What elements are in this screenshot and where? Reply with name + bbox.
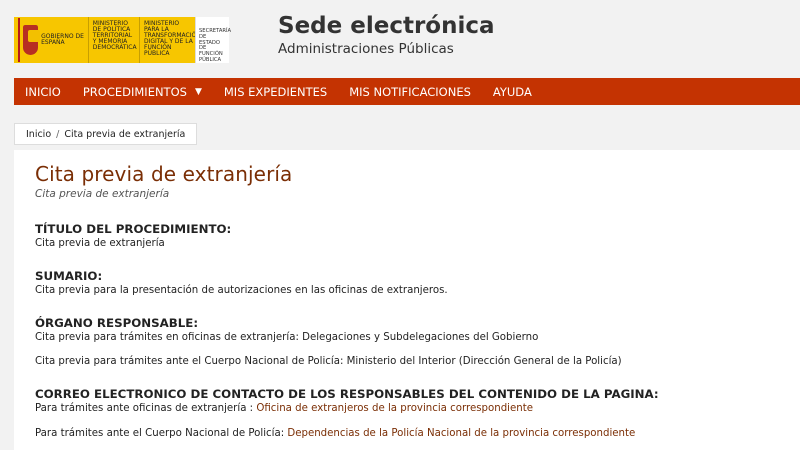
breadcrumb-home-link[interactable]: Inicio — [26, 129, 51, 140]
logo-ministry-1: MINISTERIO DE POLÍTICA TERRITORIAL Y MEM… — [87, 17, 139, 63]
correo-1-prefix: Para trámites ante oficinas de extranjer… — [35, 403, 257, 414]
section-text-correo-1: Para trámites ante oficinas de extranjer… — [35, 403, 533, 414]
nav-item-procedimientos[interactable]: PROCEDIMIENTOS ▼ — [72, 78, 213, 105]
site-header: GOBIERNO DE ESPAÑA MINISTERIO DE POLÍTIC… — [0, 0, 800, 78]
government-logo[interactable]: GOBIERNO DE ESPAÑA MINISTERIO DE POLÍTIC… — [14, 17, 231, 63]
nav-label: INICIO — [25, 84, 61, 99]
breadcrumb-current: Cita previa de extranjería — [64, 128, 186, 140]
breadcrumb-separator: / — [56, 128, 60, 140]
logo-gov-text: GOBIERNO DE ESPAÑA — [41, 33, 84, 46]
nav-label: MIS NOTIFICACIONES — [349, 84, 471, 99]
main-navbar: INICIO PROCEDIMIENTOS ▼ MIS EXPEDIENTES … — [14, 78, 800, 105]
nav-item-mis-notificaciones[interactable]: MIS NOTIFICACIONES — [338, 78, 482, 105]
site-subtitle: Administraciones Públicas — [278, 41, 454, 57]
coat-of-arms-icon — [23, 25, 41, 55]
section-text-organo-2: Cita previa para trámites ante el Cuerpo… — [35, 356, 622, 367]
nav-item-inicio[interactable]: INICIO — [14, 78, 72, 105]
section-text-correo-2: Para trámites ante el Cuerpo Nacional de… — [35, 428, 635, 439]
logo-ministry-2: MINISTERIO PARA LA TRANSFORMACIÓN DIGITA… — [139, 17, 201, 63]
breadcrumb: Inicio / Cita previa de extranjería — [14, 123, 198, 145]
section-text-organo-1: Cita previa para trámites en oficinas de… — [35, 332, 539, 343]
correo-2-prefix: Para trámites ante el Cuerpo Nacional de… — [35, 428, 288, 439]
oficina-extranjeros-link[interactable]: Oficina de extranjeros de la provincia c… — [256, 403, 533, 414]
nav-label: AYUDA — [492, 84, 532, 99]
flag-strip — [18, 18, 21, 62]
section-heading-correo: CORREO ELECTRONICO DE CONTACTO DE LOS RE… — [35, 387, 659, 401]
site-title[interactable]: Sede electrónica — [278, 13, 495, 39]
section-text-titulo: Cita previa de extranjería — [35, 238, 165, 249]
page-title: Cita previa de extranjería — [35, 162, 293, 186]
logo-secretariat: SECRETARÍA DE ESTADO DE FUNCIÓN PÚBLICA — [195, 17, 231, 63]
nav-label: MIS EXPEDIENTES — [223, 84, 328, 99]
section-heading-titulo: TÍTULO DEL PROCEDIMIENTO: — [35, 222, 232, 236]
nav-item-mis-expedientes[interactable]: MIS EXPEDIENTES — [213, 78, 338, 105]
section-heading-sumario: SUMARIO: — [35, 269, 103, 283]
logo-gobierno: GOBIERNO DE ESPAÑA — [14, 17, 88, 63]
page-subtitle: Cita previa de extranjería — [35, 188, 170, 200]
nav-label: PROCEDIMIENTOS — [82, 84, 187, 99]
caret-down-icon: ▼ — [194, 86, 202, 97]
nav-item-ayuda[interactable]: AYUDA — [482, 78, 543, 105]
main-content: Cita previa de extranjería Cita previa d… — [14, 150, 800, 450]
section-text-sumario: Cita previa para la presentación de auto… — [35, 285, 448, 296]
section-heading-organo: ÓRGANO RESPONSABLE: — [35, 316, 199, 330]
policia-nacional-link[interactable]: Dependencias de la Policía Nacional de l… — [287, 428, 635, 439]
